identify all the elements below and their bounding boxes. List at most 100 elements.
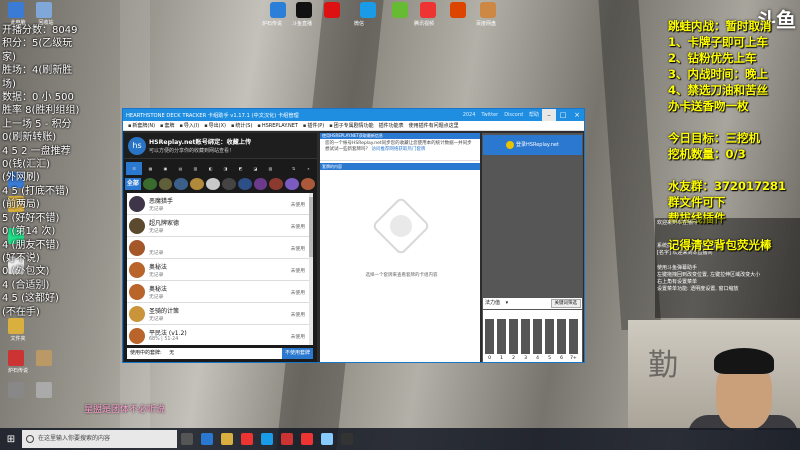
warrior-icon[interactable] [269, 178, 284, 190]
warlock-icon[interactable] [253, 178, 268, 190]
class-filter-mage[interactable]: ▤ [174, 162, 187, 175]
menu-export[interactable]: 导出(X) [204, 122, 226, 129]
recommend-link[interactable]: 访问推荐网络获取热门套牌 [371, 147, 425, 152]
deck-tracker-window[interactable]: HEARTHSTONE DECK TRACKER 卡组助手 v1.17.1 (中… [122, 108, 585, 363]
app-icon[interactable] [36, 382, 52, 398]
overlay-line: 4 5 2 一盘推荐 [2, 145, 71, 157]
deck-row[interactable]: 奥秘法 无记录 未使用 [127, 259, 313, 281]
paladin-icon[interactable] [190, 178, 205, 190]
app-icon[interactable] [450, 2, 466, 18]
app-icon[interactable] [296, 2, 312, 18]
task-view-icon[interactable] [181, 433, 193, 445]
mage-icon [129, 328, 145, 344]
class-filter-druid[interactable]: ▦ [144, 162, 157, 175]
curve-bar [521, 319, 530, 354]
app-icon[interactable] [261, 433, 273, 445]
app-icon[interactable] [301, 433, 313, 445]
deck-row[interactable]: 奥秘法 无记录 未使用 [127, 281, 313, 303]
right-panel: 登录HSReplay.net 法力值 ▾ 关键词筛选 0 1 2 3 4 5 6… [482, 133, 583, 362]
deck-row[interactable]: 平民法 (v1.2) 68% | 51-24 未使用 [127, 325, 313, 345]
windows-start-icon[interactable]: ⊞ [0, 434, 22, 445]
keyword-filter-button[interactable]: 关键词筛选 [550, 299, 581, 308]
class-filter-warrior[interactable]: ▧ [264, 162, 277, 175]
overlay-line: 4 5 (打底不错) [2, 185, 69, 197]
app-icon[interactable] [392, 2, 408, 18]
deck-row[interactable]: 超凡牌家德 无记录 未使用 [127, 215, 313, 237]
app-icon[interactable] [8, 350, 24, 366]
deck-record: 无记录 [149, 295, 164, 300]
close-button[interactable]: × [570, 109, 584, 121]
chevron-down-icon[interactable]: ▾ [506, 300, 509, 306]
streamer-hair [714, 348, 774, 374]
app-icon[interactable] [341, 433, 353, 445]
app-icon[interactable] [36, 350, 52, 366]
demon-hunter-icon[interactable] [285, 178, 300, 190]
minimize-button[interactable]: – [542, 109, 556, 121]
menu-import[interactable]: 导入(I) [179, 122, 199, 129]
neutral-icon[interactable] [301, 178, 315, 190]
app-icon[interactable] [360, 2, 376, 18]
overlay-line: 4 5 (这都好) [2, 293, 59, 305]
folder-icon[interactable] [8, 318, 24, 334]
hunter-icon[interactable] [158, 178, 173, 190]
top-icon-label: 斗鱼直播 [292, 21, 313, 27]
hsreplay-login-label: 登录HSReplay.net [516, 142, 559, 148]
recycle-icon[interactable] [36, 2, 52, 18]
app-icon[interactable] [321, 433, 333, 445]
taskbar-search[interactable]: 在这里输入你要搜索的内容 [22, 430, 177, 448]
class-filter-warlock[interactable]: ◪ [249, 162, 262, 175]
app-icon[interactable] [420, 2, 436, 18]
app-icon[interactable] [324, 2, 340, 18]
deck-row[interactable]: 无记录 未使用 [127, 237, 313, 259]
class-filter-hunter[interactable]: ▣ [159, 162, 172, 175]
class-filter-shaman[interactable]: ◩ [234, 162, 247, 175]
no-deck-button[interactable]: 不使用套牌 [281, 348, 313, 359]
menu-special[interactable]: 团子专属剧情功能 [329, 122, 374, 129]
all-classes-button[interactable]: 全部 [125, 178, 141, 190]
sort-icon[interactable]: ⇅ [287, 162, 300, 175]
computer-icon[interactable] [8, 2, 24, 18]
title-link[interactable]: 2024 [463, 109, 476, 121]
window-titlebar[interactable]: HEARTHSTONE DECK TRACKER 卡组助手 v1.17.1 (中… [123, 109, 584, 121]
deck-list-scrollbar[interactable] [309, 193, 313, 345]
deck-status: 未使用 [290, 291, 305, 296]
mage-icon[interactable] [174, 178, 189, 190]
rogue-icon[interactable] [221, 178, 236, 190]
maximize-button[interactable]: □ [556, 109, 570, 121]
discord-link[interactable]: Discord [504, 109, 523, 121]
menu-plugin-list[interactable]: 插件功能表 [379, 122, 404, 129]
explorer-icon[interactable] [221, 433, 233, 445]
panel-line: 跳蛙内战：暂时取消 [668, 19, 772, 33]
deck-row[interactable]: 恶魔猎手 无记录 未使用 [127, 193, 313, 215]
menu-deck[interactable]: 套牌 [160, 122, 174, 129]
class-filter-priest[interactable]: ◧ [204, 162, 217, 175]
mana-select[interactable]: 法力值 [485, 298, 500, 309]
menu-new-deck[interactable]: 新套牌(N) [128, 122, 155, 129]
app-icon[interactable] [281, 433, 293, 445]
card-icon[interactable]: ☰ [126, 161, 142, 175]
menu-plugins[interactable]: 插件(P) [303, 122, 324, 129]
druid-icon[interactable] [142, 178, 157, 190]
deck-row[interactable]: 圣骑的计策 无记录 未使用 [127, 303, 313, 325]
panel-line: 群文件可下 [668, 195, 726, 209]
menu-hsreplay[interactable]: HSREPLAY.NET [257, 123, 298, 129]
priest-icon[interactable] [206, 178, 220, 190]
shaman-icon[interactable] [237, 178, 252, 190]
scroll-thumb[interactable] [309, 197, 313, 257]
class-filter-rogue[interactable]: ◨ [219, 162, 232, 175]
curve-bar [569, 319, 578, 354]
app-icon[interactable] [270, 2, 286, 18]
app-icon[interactable] [241, 433, 253, 445]
hsreplay-banner[interactable]: hs HSReplay.net账号绑定：收藏上传 可以方便的分享你的收藏到网站查… [124, 133, 317, 159]
help-link[interactable]: 帮助 [529, 109, 539, 121]
twitter-link[interactable]: Twitter [481, 109, 498, 121]
deck-name: 奥秘法 [149, 286, 168, 293]
class-filter-paladin[interactable]: ▥ [189, 162, 202, 175]
edge-icon[interactable] [201, 433, 213, 445]
search-icon[interactable]: ⌕ [302, 162, 315, 175]
hsreplay-login-button[interactable]: 登录HSReplay.net [483, 135, 582, 155]
app-icon[interactable] [8, 382, 24, 398]
menu-plugin-help[interactable]: 使用插件有问题点这里 [409, 122, 459, 129]
app-icon[interactable] [480, 2, 496, 18]
menu-stats[interactable]: 统计(S) [231, 122, 252, 129]
